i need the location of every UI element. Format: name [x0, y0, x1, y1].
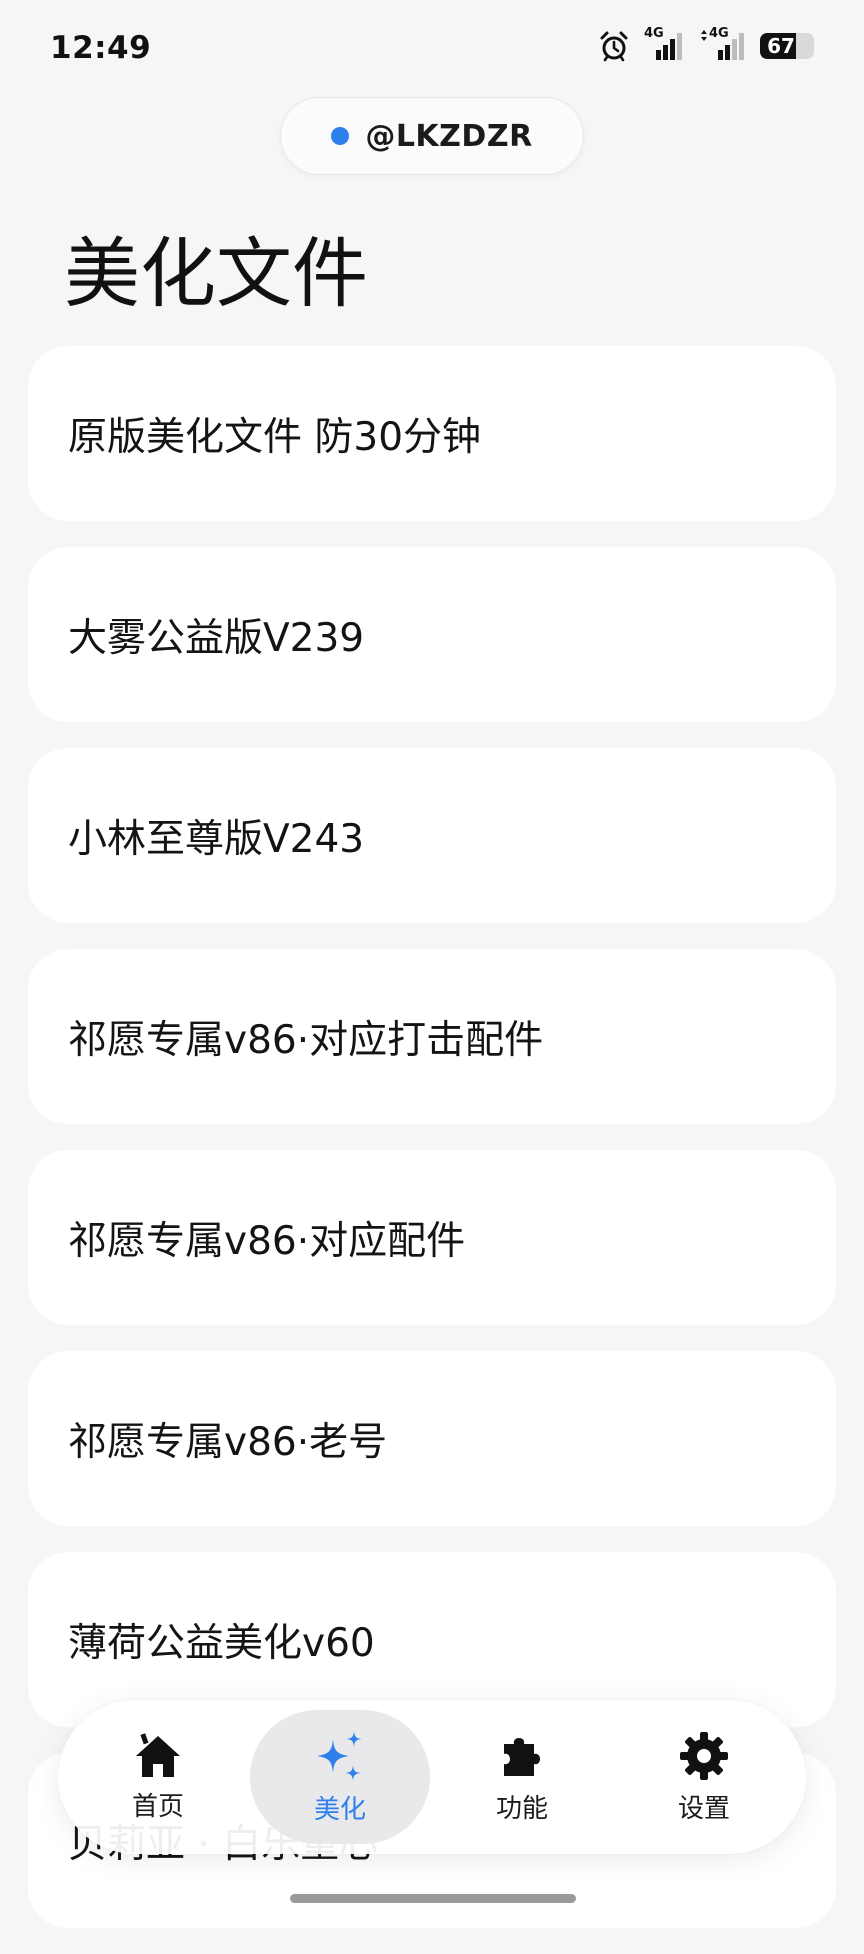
list-item[interactable]: 小林至尊版V243	[28, 748, 836, 923]
list-item[interactable]: 大雾公益版V239	[28, 547, 836, 722]
status-bar: 12:49 4G 4G 67	[0, 0, 864, 96]
nav-label-beautify: 美化	[313, 1794, 366, 1825]
puzzle-icon	[496, 1730, 548, 1782]
list-item-label: 大雾公益版V239	[68, 615, 365, 661]
status-icons: 4G 4G 67	[598, 26, 814, 62]
list-item-label: 祁愿专属v86·对应配件	[68, 1218, 466, 1264]
network-type-2: 4G	[709, 26, 729, 41]
list-item[interactable]: 祁愿专属v86·对应配件	[28, 1150, 836, 1325]
user-pill[interactable]: @LKZDZR	[280, 97, 584, 175]
list-item-label: 原版美化文件 防30分钟	[68, 414, 482, 460]
battery-icon: 67	[760, 33, 814, 59]
status-time: 12:49	[50, 30, 152, 66]
gear-icon	[678, 1730, 730, 1782]
nav-item-settings[interactable]: 设置	[614, 1710, 794, 1844]
home-icon	[132, 1732, 184, 1780]
alarm-icon	[598, 30, 630, 62]
online-status-dot	[331, 127, 350, 145]
list-item-label: 小林至尊版V243	[68, 816, 365, 862]
page-title: 美化文件	[64, 229, 368, 318]
list-item[interactable]: 祁愿专属v86·对应打击配件	[28, 949, 836, 1124]
signal-4g-icon-2: 4G	[698, 26, 746, 62]
list-item[interactable]: 祁愿专属v86·老号	[28, 1351, 836, 1526]
nav-item-home[interactable]: 首页	[68, 1710, 248, 1844]
home-indicator[interactable]	[290, 1894, 576, 1903]
bottom-nav: 首页 美化 功能 设置	[58, 1700, 806, 1854]
nav-item-beautify[interactable]: 美化	[250, 1710, 430, 1844]
nav-label-features: 功能	[495, 1793, 548, 1824]
signal-4g-icon: 4G	[644, 26, 684, 62]
sparkle-icon	[313, 1729, 367, 1783]
user-handle: @LKZDZR	[365, 118, 533, 154]
list-item-label: 祁愿专属v86·对应打击配件	[68, 1017, 544, 1063]
nav-label-settings: 设置	[677, 1793, 730, 1824]
list-item-label: 祁愿专属v86·老号	[68, 1419, 388, 1465]
nav-label-home: 首页	[131, 1791, 184, 1822]
battery-level: 67	[767, 34, 795, 58]
list-item[interactable]: 原版美化文件 防30分钟	[28, 346, 836, 521]
list-item-label: 薄荷公益美化v60	[68, 1620, 375, 1666]
nav-item-features[interactable]: 功能	[432, 1710, 612, 1844]
